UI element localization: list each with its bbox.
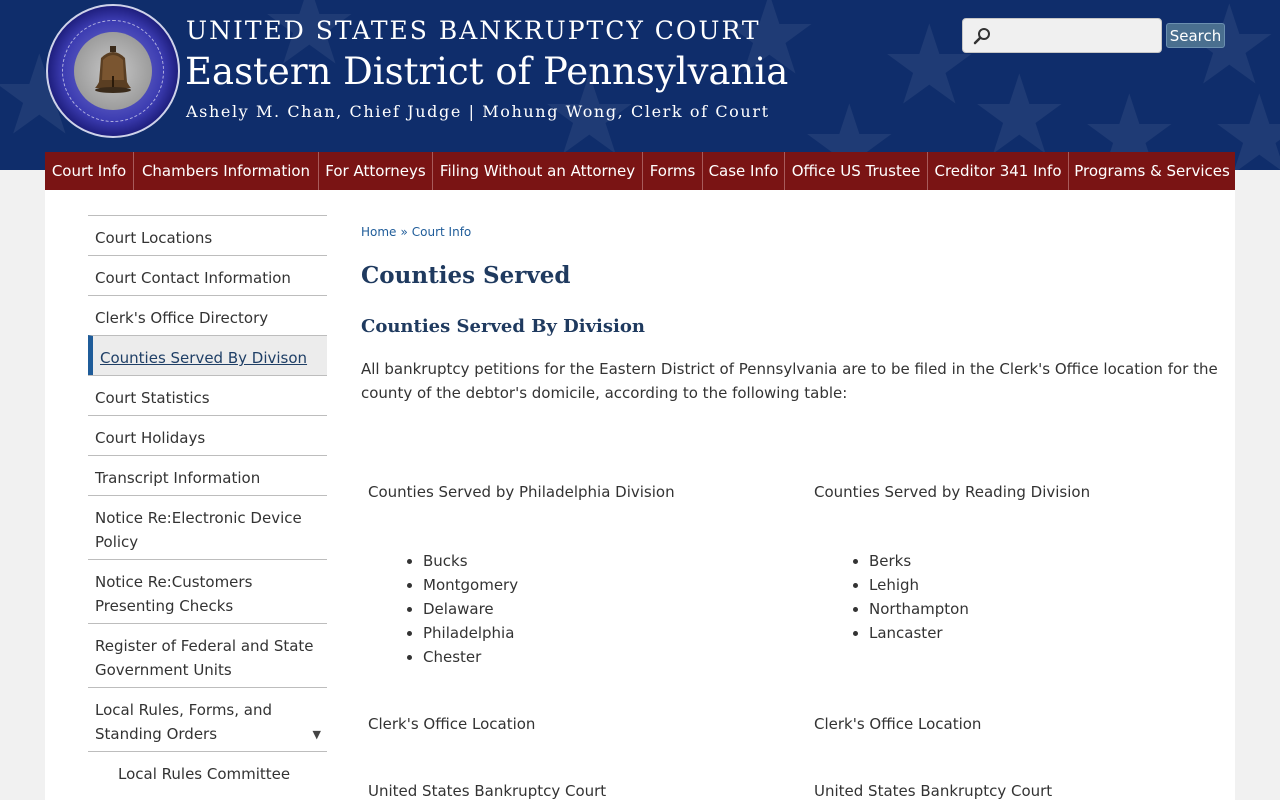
sidebar-item-court-statistics[interactable]: Court Statistics xyxy=(88,375,327,415)
nav-item-programs-services[interactable]: Programs & Services xyxy=(1069,152,1235,190)
list-item: Northampton xyxy=(869,597,969,621)
liberty-bell-icon xyxy=(95,46,131,93)
nav-item-case-info[interactable]: Case Info xyxy=(703,152,785,190)
philadelphia-office-label: Clerk's Office Location xyxy=(368,715,536,733)
nav-item-filing-without-attorney[interactable]: Filing Without an Attorney xyxy=(433,152,643,190)
list-item: Lancaster xyxy=(869,621,969,645)
sidebar-item-label: Notice Re:Electronic Device Policy xyxy=(95,509,302,551)
court-name: UNITED STATES BANKRUPTCY COURT xyxy=(186,16,761,45)
reading-office-label: Clerk's Office Location xyxy=(814,715,982,733)
main-nav: Court Info Chambers Information For Atto… xyxy=(45,152,1235,190)
list-item: Bucks xyxy=(423,549,518,573)
list-item: Delaware xyxy=(423,597,518,621)
sidebar-item-label: Court Holidays xyxy=(95,429,206,447)
sidebar-item-court-holidays[interactable]: Court Holidays xyxy=(88,415,327,455)
search-field[interactable] xyxy=(962,18,1162,53)
philadelphia-county-list: Bucks Montgomery Delaware Philadelphia C… xyxy=(423,549,518,669)
list-item: Chester xyxy=(423,645,518,669)
sidebar-item-customers-presenting-checks[interactable]: Notice Re:Customers Presenting Checks xyxy=(88,559,327,623)
list-item: Berks xyxy=(869,549,969,573)
sidebar-subitem-label: Local Rules Committee xyxy=(118,765,291,783)
search-icon xyxy=(973,28,990,45)
sidebar-item-label: Court Statistics xyxy=(95,389,210,407)
reading-division-heading: Counties Served by Reading Division xyxy=(814,483,1091,501)
intro-paragraph: All bankruptcy petitions for the Eastern… xyxy=(361,360,1218,402)
section-title: Counties Served By Division xyxy=(361,316,645,337)
nav-item-court-info[interactable]: Court Info xyxy=(45,152,134,190)
sidebar-item-label: Counties Served By Divison xyxy=(100,349,308,367)
sidebar-item-counties-served[interactable]: Counties Served By Divison xyxy=(88,335,327,375)
philadelphia-division-heading: Counties Served by Philadelphia Division xyxy=(368,483,675,501)
nav-item-forms[interactable]: Forms xyxy=(643,152,703,190)
judge-clerk-line: Ashely M. Chan, Chief Judge | Mohung Won… xyxy=(186,102,770,121)
court-seal-logo[interactable] xyxy=(46,4,180,138)
list-item: Philadelphia xyxy=(423,621,518,645)
sidebar-item-local-rules-forms[interactable]: Local Rules, Forms, and Standing Orders … xyxy=(88,687,327,751)
nav-item-creditor-341-info[interactable]: Creditor 341 Info xyxy=(928,152,1069,190)
sidebar-item-court-locations[interactable]: Court Locations xyxy=(88,215,327,255)
sidebar-subitem-local-rules-committee[interactable]: Local Rules Committee xyxy=(88,751,327,791)
reading-county-list: Berks Lehigh Northampton Lancaster xyxy=(869,549,969,645)
philadelphia-office-name: United States Bankruptcy Court xyxy=(368,782,607,800)
sidebar-item-label: Clerk's Office Directory xyxy=(95,309,269,327)
reading-office-name: United States Bankruptcy Court xyxy=(814,782,1053,800)
page-title: Counties Served xyxy=(361,262,571,289)
nav-item-chambers-information[interactable]: Chambers Information xyxy=(134,152,319,190)
nav-item-office-us-trustee[interactable]: Office US Trustee xyxy=(785,152,928,190)
sidebar-item-label: Register of Federal and State Government… xyxy=(95,637,314,679)
site-header: ★ ★ ★ ★ ★ ★ ★ ★ ★ ★ UNITED STATES BANKRU… xyxy=(0,0,1280,170)
search-button[interactable]: Search xyxy=(1166,23,1225,48)
sidebar-item-label: Court Contact Information xyxy=(95,269,291,287)
sidebar-item-label: Court Locations xyxy=(95,229,213,247)
sidebar-item-electronic-device-policy[interactable]: Notice Re:Electronic Device Policy xyxy=(88,495,327,559)
sidebar-item-label: Transcript Information xyxy=(95,469,261,487)
sidebar-item-label: Notice Re:Customers Presenting Checks xyxy=(95,573,253,615)
list-item: Lehigh xyxy=(869,573,969,597)
sidebar-item-court-contact-information[interactable]: Court Contact Information xyxy=(88,255,327,295)
district-name[interactable]: Eastern District of Pennsylvania xyxy=(185,50,788,93)
breadcrumb: Home » Court Info xyxy=(361,225,471,239)
sidebar-item-transcript-information[interactable]: Transcript Information xyxy=(88,455,327,495)
nav-item-for-attorneys[interactable]: For Attorneys xyxy=(319,152,433,190)
breadcrumb-current-link[interactable]: Court Info xyxy=(412,225,472,239)
search-input[interactable] xyxy=(993,23,1153,48)
sidebar-item-register-government-units[interactable]: Register of Federal and State Government… xyxy=(88,623,327,687)
sidebar-nav: Court Locations Court Contact Informatio… xyxy=(88,215,327,791)
list-item: Montgomery xyxy=(423,573,518,597)
chevron-down-icon[interactable]: ▼ xyxy=(313,723,321,747)
breadcrumb-separator: » xyxy=(400,225,408,239)
sidebar-item-clerks-office-directory[interactable]: Clerk's Office Directory xyxy=(88,295,327,335)
sidebar-item-label: Local Rules, Forms, and Standing Orders xyxy=(95,701,273,743)
breadcrumb-home-link[interactable]: Home xyxy=(361,225,396,239)
